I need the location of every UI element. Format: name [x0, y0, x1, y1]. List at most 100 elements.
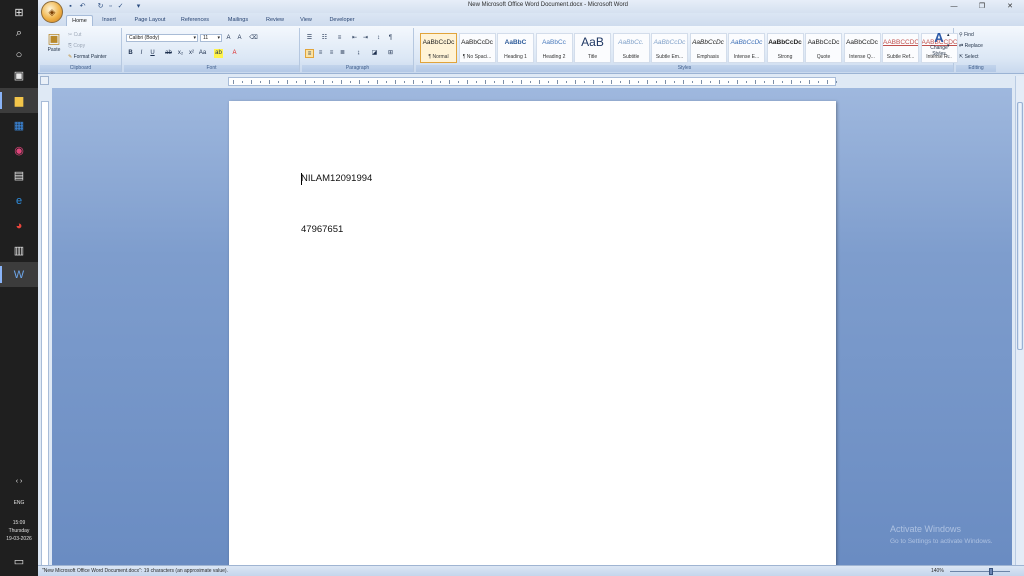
spelling-icon[interactable]: ✓: [116, 2, 125, 11]
undo-icon[interactable]: ↶: [78, 2, 87, 11]
tab-mailings[interactable]: Mailings: [220, 15, 256, 26]
style-tile[interactable]: AaBbCcDc Quote: [805, 33, 842, 63]
vertical-ruler[interactable]: [41, 101, 49, 571]
system-tray-expand[interactable]: ‹ ›: [0, 474, 38, 488]
activation-watermark-title: Activate Windows: [890, 524, 962, 534]
taskbar-calculator[interactable]: ▥: [0, 238, 38, 263]
document-page[interactable]: NILAM12091994 47967651: [229, 101, 836, 565]
align-left-icon[interactable]: ≡: [305, 49, 314, 58]
superscript-icon[interactable]: x²: [187, 49, 196, 58]
cut-button[interactable]: ✂ Cut: [68, 32, 81, 38]
input-language[interactable]: ENG: [0, 500, 38, 506]
clipboard-group-label[interactable]: Clipboard: [40, 65, 121, 72]
multilevel-list-icon[interactable]: ≡: [335, 34, 344, 43]
taskbar-media-app[interactable]: ◉: [0, 138, 38, 163]
copy-button[interactable]: ⎘ Copy: [68, 43, 85, 49]
justify-icon[interactable]: ≣: [338, 49, 347, 58]
tab-review[interactable]: Review: [260, 15, 290, 26]
close-button[interactable]: ✕: [996, 0, 1024, 13]
tab-developer[interactable]: Developer: [324, 15, 360, 26]
tab-insert[interactable]: Insert: [96, 15, 122, 26]
taskbar-edge[interactable]: e: [0, 188, 38, 213]
style-tile[interactable]: AaBbC Heading 1: [497, 33, 534, 63]
shading-icon[interactable]: ◪: [370, 49, 379, 58]
font-group-label[interactable]: Font: [124, 65, 299, 72]
print-preview-icon[interactable]: ▫: [106, 2, 115, 11]
change-case-icon[interactable]: Aa: [198, 49, 207, 58]
numbering-icon[interactable]: ☷: [320, 34, 329, 43]
sort-icon[interactable]: ↕: [374, 34, 383, 43]
borders-icon[interactable]: ⊞: [386, 49, 395, 58]
show-marks-icon[interactable]: ¶: [386, 34, 395, 43]
decrease-indent-icon[interactable]: ⇤: [350, 34, 359, 43]
zoom-level[interactable]: 140%: [931, 568, 944, 574]
redo-icon[interactable]: ↻: [96, 2, 105, 11]
font-color-icon[interactable]: A: [230, 49, 239, 58]
tab-view[interactable]: View: [294, 15, 318, 26]
tab-selector[interactable]: [40, 76, 49, 85]
underline-icon[interactable]: U: [148, 49, 157, 58]
style-tile[interactable]: AaBbCcDc Subtle Em...: [651, 33, 688, 63]
style-tile[interactable]: AaBbCc Heading 2: [535, 33, 573, 63]
paste-button[interactable]: ▣ Paste: [43, 30, 65, 64]
office-button[interactable]: ◈: [41, 1, 63, 23]
taskbar-store[interactable]: ▦: [0, 113, 38, 138]
clock-time[interactable]: 15:09: [0, 520, 38, 526]
notifications-button[interactable]: ▭: [0, 552, 38, 570]
find-button[interactable]: ⚲ Find: [959, 32, 974, 38]
taskbar-word[interactable]: W: [0, 262, 38, 287]
tab-page-layout[interactable]: Page Layout: [128, 15, 172, 26]
style-tile[interactable]: AaBbCcDc ¶ No Spaci...: [458, 33, 496, 63]
shrink-font-icon[interactable]: A: [235, 34, 244, 43]
highlight-icon[interactable]: ab: [214, 49, 223, 58]
clear-formatting-icon[interactable]: ⌫: [249, 34, 258, 43]
task-view-button[interactable]: ▣: [0, 63, 38, 88]
style-tile[interactable]: AaBbCcDc Emphasis: [689, 33, 727, 63]
bold-icon[interactable]: B: [126, 49, 135, 58]
line-spacing-icon[interactable]: ↨: [354, 49, 363, 58]
scrollbar-thumb[interactable]: [1017, 102, 1023, 350]
save-icon[interactable]: ▪: [66, 2, 75, 11]
style-tile[interactable]: AaBbCc. Subtitle: [612, 33, 650, 63]
minimize-button[interactable]: —: [940, 0, 968, 13]
select-button[interactable]: ⇱ Select: [959, 54, 979, 60]
tab-home[interactable]: Home: [66, 15, 93, 26]
change-styles-button[interactable]: A Change Styles: [924, 30, 954, 57]
style-tile[interactable]: AaBbCcDc Intense E...: [728, 33, 765, 63]
taskbar-calendar[interactable]: ▤: [0, 163, 38, 188]
italic-icon[interactable]: I: [137, 49, 146, 58]
status-bar: "New Microsoft Office Word Document.docx…: [38, 565, 1024, 576]
strikethrough-icon[interactable]: ab: [164, 49, 173, 58]
font-name-box[interactable]: Calibri (Body) ▾: [126, 34, 198, 42]
increase-indent-icon[interactable]: ⇥: [361, 34, 370, 43]
taskbar-chrome[interactable]: ◕: [0, 213, 38, 238]
paragraph-group-label[interactable]: Paragraph: [302, 65, 413, 72]
subscript-icon[interactable]: x₂: [176, 49, 185, 58]
styles-group-label[interactable]: Styles: [416, 65, 953, 72]
font-size-box[interactable]: 11 ▾: [200, 34, 222, 42]
taskbar-file-explorer[interactable]: ▆: [0, 88, 38, 113]
replace-button[interactable]: ⇄ Replace: [959, 43, 983, 49]
align-center-icon[interactable]: ≡: [316, 49, 325, 58]
style-tile[interactable]: AaBbCcDc Intense Q...: [843, 33, 881, 63]
customize-qat-icon[interactable]: ▾: [134, 2, 143, 11]
zoom-slider-thumb[interactable]: [989, 568, 993, 575]
zoom-slider[interactable]: [950, 571, 1010, 572]
horizontal-ruler[interactable]: [228, 77, 837, 86]
style-tile[interactable]: AaBbCcDc Strong: [766, 33, 804, 63]
maximize-button[interactable]: ❐: [968, 0, 996, 13]
document-line[interactable]: NILAM12091994: [301, 173, 372, 184]
bullets-icon[interactable]: ☰: [305, 34, 314, 43]
style-tile[interactable]: AaBbCcDc ¶ Normal: [420, 33, 457, 63]
tab-references[interactable]: References: [176, 15, 214, 26]
style-sample: AaBbCcDc: [461, 39, 493, 46]
document-line[interactable]: 47967651: [301, 224, 343, 235]
style-tile[interactable]: AABBCCDC Subtle Ref...: [882, 33, 919, 63]
style-tile[interactable]: AaB Title: [574, 33, 611, 63]
office-logo-icon: ◈: [48, 6, 56, 17]
format-painter-button[interactable]: ✎ Format Painter: [68, 54, 107, 60]
align-right-icon[interactable]: ≡: [327, 49, 336, 58]
style-name: Subtle Em...: [655, 54, 684, 60]
vertical-scrollbar[interactable]: [1015, 76, 1024, 565]
grow-font-icon[interactable]: A: [224, 34, 233, 43]
